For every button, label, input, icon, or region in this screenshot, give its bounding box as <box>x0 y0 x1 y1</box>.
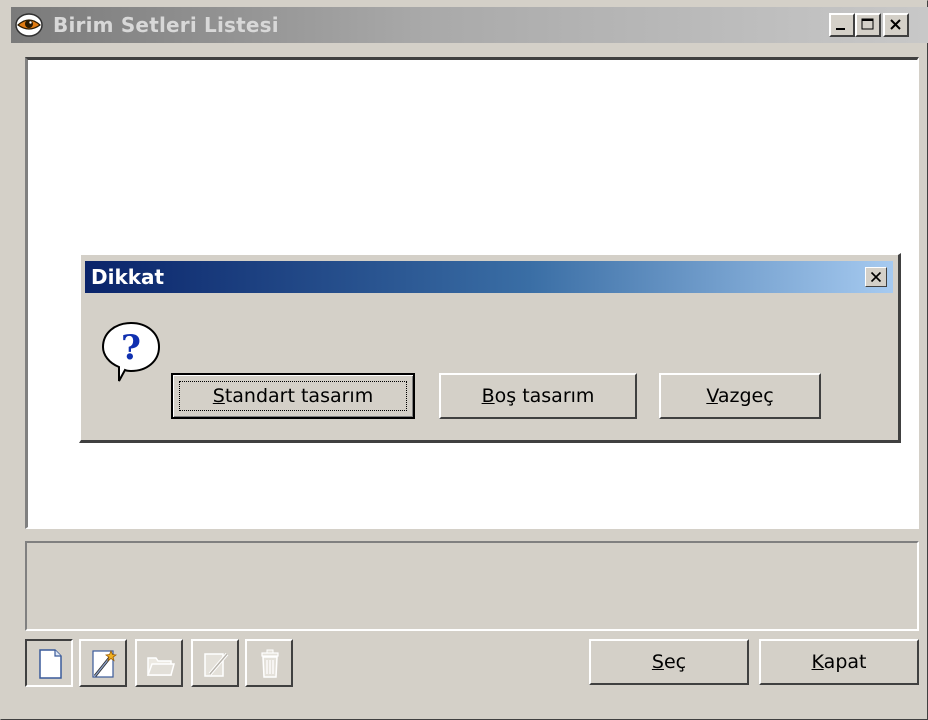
close-window-button[interactable]: Kapat <box>759 639 919 685</box>
cancel-label: azgeç <box>717 385 774 407</box>
edit-button[interactable] <box>191 639 239 687</box>
window-titlebar[interactable]: Birim Setleri Listesi <box>11 7 928 43</box>
standard-label: tandart tasarım <box>224 385 374 407</box>
select-accel: S <box>651 651 664 673</box>
empty-label: oş tasarım <box>494 385 595 407</box>
minimize-button[interactable] <box>829 13 855 37</box>
standard-accel: S <box>212 385 225 407</box>
select-label: eç <box>663 651 687 673</box>
delete-button[interactable] <box>245 639 293 687</box>
close-icon <box>870 271 882 283</box>
open-icon <box>146 657 175 676</box>
dialog-titlebar[interactable]: Dikkat <box>85 261 893 293</box>
warning-dialog: Dikkat ? Standart tasarım Boş tasarım Va… <box>79 253 901 443</box>
svg-text:?: ? <box>121 328 141 368</box>
close-label: apat <box>823 651 867 673</box>
minimize-icon <box>836 28 845 30</box>
dialog-title: Dikkat <box>91 265 165 289</box>
empty-design-button[interactable]: Boş tasarım <box>439 373 637 419</box>
delete-icon <box>261 649 279 678</box>
standard-design-button[interactable]: Standart tasarım <box>171 373 415 419</box>
select-button[interactable]: Seç <box>589 639 749 685</box>
question-icon: ? <box>99 319 163 383</box>
app-eye-icon <box>15 13 43 37</box>
open-button[interactable] <box>135 639 183 687</box>
close-accel: K <box>811 651 824 673</box>
dialog-close-button[interactable] <box>865 267 887 287</box>
wizard-button[interactable] <box>79 639 127 687</box>
close-button[interactable] <box>883 13 909 37</box>
empty-accel: B <box>481 385 495 407</box>
wizard-icon <box>92 649 118 678</box>
maximize-button[interactable] <box>855 13 881 37</box>
main-window: Birim Setleri Listesi Seç Kapat Dikkat ?… <box>0 0 928 720</box>
cancel-button[interactable]: Vazgeç <box>659 373 821 419</box>
window-title: Birim Setleri Listesi <box>53 13 279 37</box>
cancel-accel: V <box>706 385 718 407</box>
close-icon <box>890 19 901 30</box>
new-document-icon <box>39 649 62 679</box>
new-button[interactable] <box>25 639 73 687</box>
maximize-icon <box>861 18 874 30</box>
edit-icon <box>204 652 229 677</box>
info-panel <box>25 541 919 631</box>
